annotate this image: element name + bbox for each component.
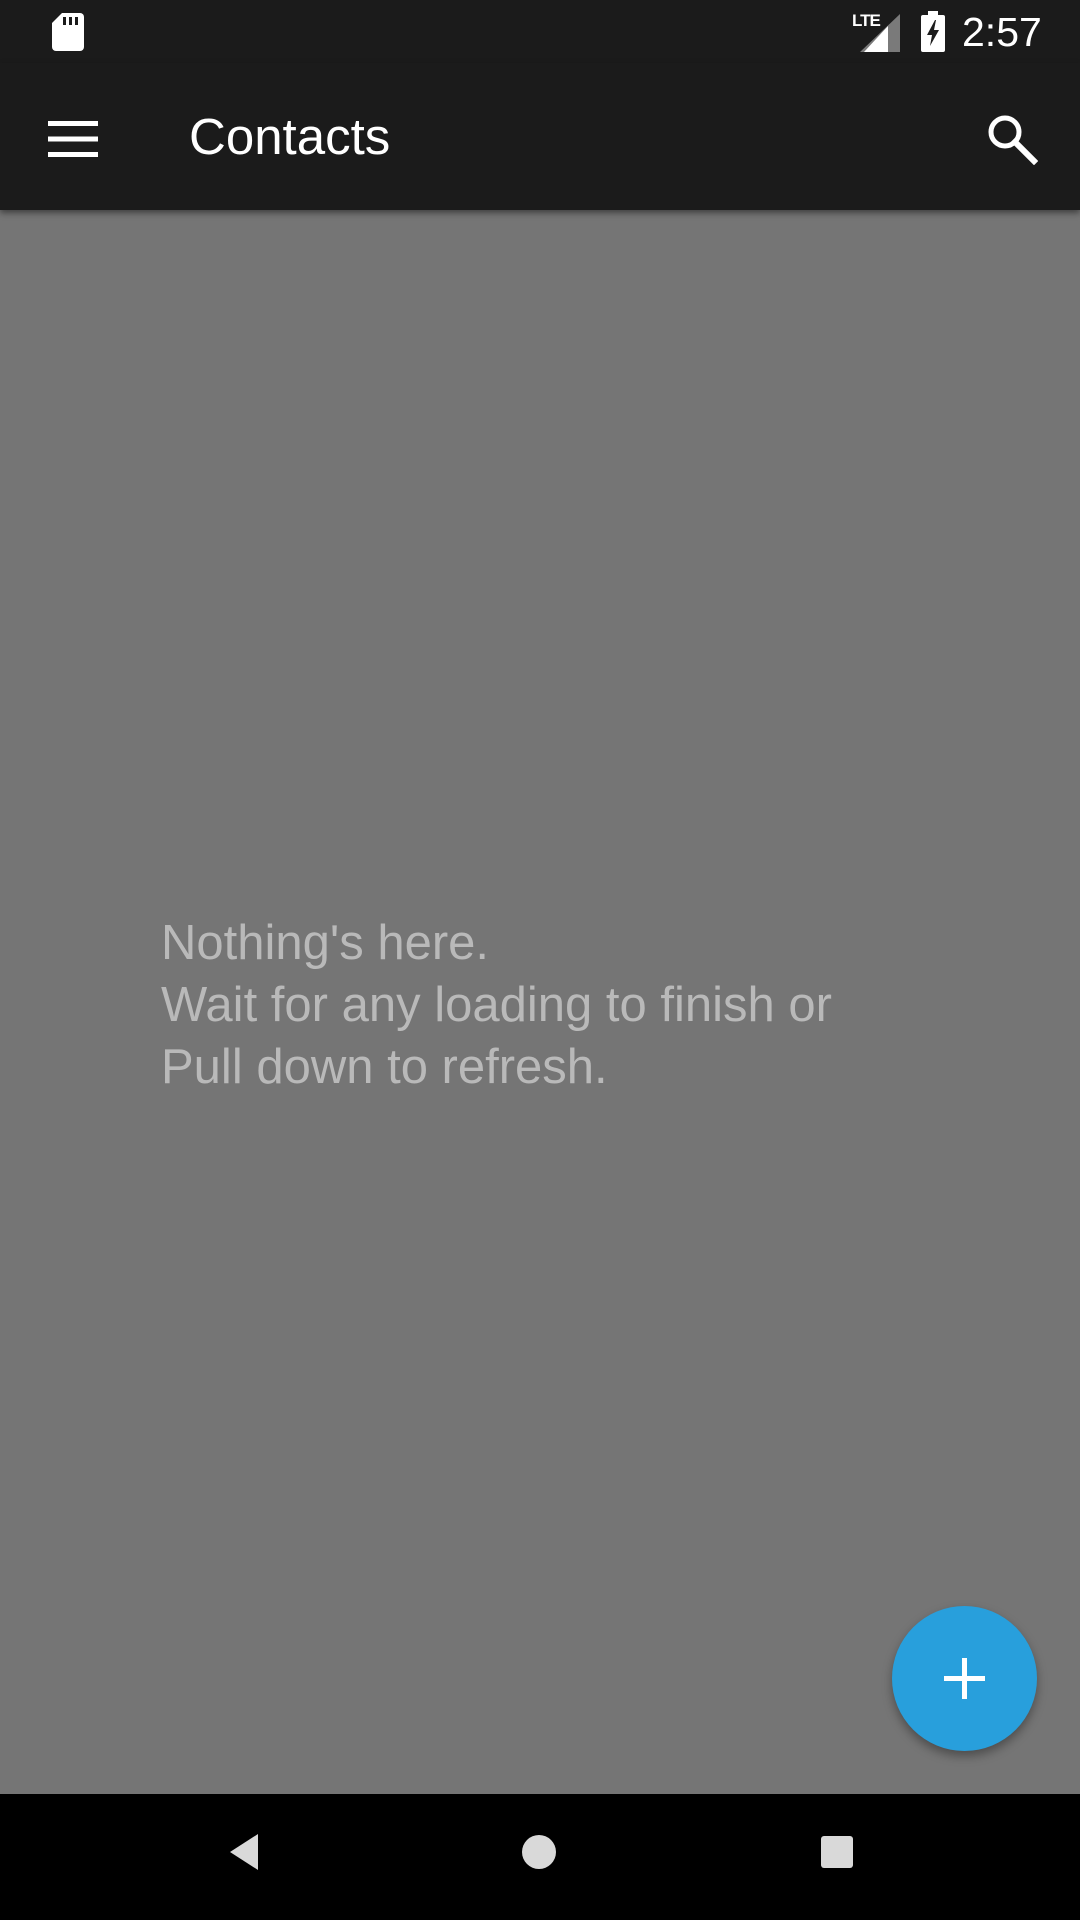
- screen: LTE 2:57 Contacts Nothing's here. Wait f…: [0, 0, 1080, 1920]
- hamburger-menu-icon: [48, 121, 98, 157]
- battery-charging-icon: [921, 11, 945, 52]
- status-bar: LTE 2:57: [0, 0, 1080, 63]
- empty-state-line: Nothing's here.: [161, 916, 490, 970]
- menu-button[interactable]: [24, 99, 120, 195]
- plus-icon: [944, 1658, 985, 1699]
- back-icon[interactable]: [218, 1822, 278, 1882]
- app-bar: Contacts: [0, 63, 1080, 210]
- status-time: 2:57: [962, 9, 1042, 55]
- empty-state-line: Wait for any loading to finish or: [161, 978, 832, 1032]
- navigation-bar: [0, 1794, 1080, 1920]
- empty-state-line: Pull down to refresh.: [161, 1040, 608, 1094]
- signal-icon: [860, 14, 900, 52]
- page-title: Contacts: [189, 108, 391, 165]
- add-contact-button[interactable]: [892, 1606, 1037, 1751]
- recents-icon[interactable]: [807, 1822, 867, 1882]
- search-icon: [988, 115, 1038, 165]
- sd-card-icon: [52, 13, 84, 51]
- empty-state-message: Nothing's here. Wait for any loading to …: [161, 912, 961, 1098]
- search-button[interactable]: [968, 97, 1064, 193]
- home-icon[interactable]: [509, 1822, 569, 1882]
- contacts-list-area[interactable]: Nothing's here. Wait for any loading to …: [0, 210, 1080, 1794]
